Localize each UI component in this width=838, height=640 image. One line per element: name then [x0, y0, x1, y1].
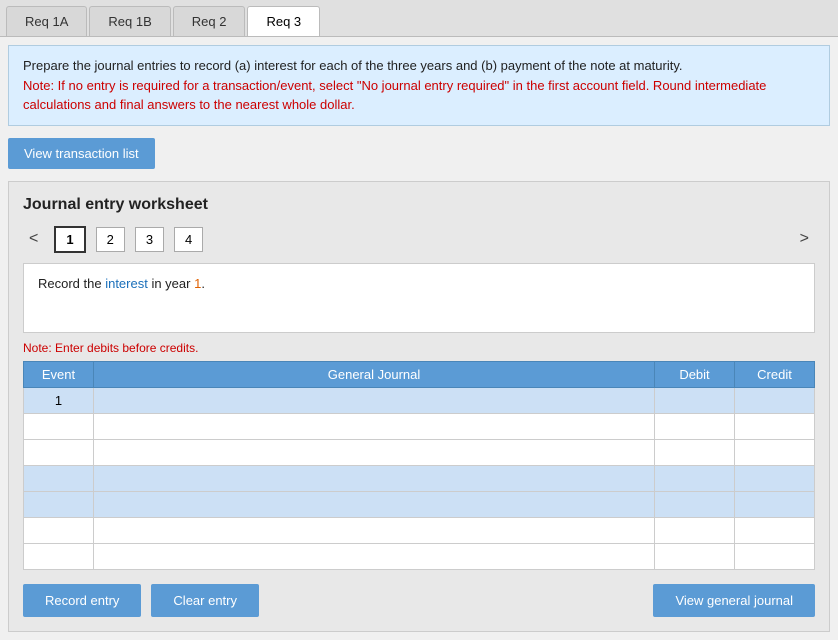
- page-btn-4[interactable]: 4: [174, 227, 203, 252]
- input-debit[interactable]: [655, 414, 734, 439]
- cell-journal: [94, 517, 655, 543]
- nav-next-arrow[interactable]: >: [794, 228, 815, 250]
- cell-debit: [655, 543, 735, 569]
- input-credit[interactable]: [735, 518, 814, 543]
- note-enter: Note: Enter debits before credits.: [23, 341, 815, 355]
- cell-event: [24, 517, 94, 543]
- bottom-buttons: Record entry Clear entry View general jo…: [23, 584, 815, 617]
- record-desc-text: Record the interest in year 1.: [38, 276, 205, 291]
- cell-debit: [655, 413, 735, 439]
- cell-credit: [735, 465, 815, 491]
- input-debit[interactable]: [655, 518, 734, 543]
- cell-credit: [735, 491, 815, 517]
- view-general-journal-button[interactable]: View general journal: [653, 584, 815, 617]
- input-event[interactable]: [24, 518, 93, 543]
- tab-req1a[interactable]: Req 1A: [6, 6, 87, 36]
- input-event[interactable]: [24, 440, 93, 465]
- table-row: [24, 491, 815, 517]
- cell-journal: [94, 465, 655, 491]
- input-journal[interactable]: [94, 440, 654, 465]
- journal-table: Event General Journal Debit Credit: [23, 361, 815, 570]
- input-journal[interactable]: [94, 492, 654, 517]
- input-debit[interactable]: [655, 544, 734, 569]
- cell-debit: [655, 387, 735, 413]
- cell-journal: [94, 439, 655, 465]
- cell-credit: [735, 517, 815, 543]
- cell-credit: [735, 439, 815, 465]
- cell-journal: [94, 543, 655, 569]
- table-row: [24, 387, 815, 413]
- table-row: [24, 543, 815, 569]
- tab-req3[interactable]: Req 3: [247, 6, 320, 36]
- input-event[interactable]: [24, 466, 93, 491]
- cell-event: [24, 543, 94, 569]
- input-credit[interactable]: [735, 440, 814, 465]
- cell-credit: [735, 543, 815, 569]
- cell-event: [24, 439, 94, 465]
- input-journal[interactable]: [94, 544, 654, 569]
- record-desc-box: Record the interest in year 1.: [23, 263, 815, 333]
- col-header-debit: Debit: [655, 361, 735, 387]
- page-nav: < 1 2 3 4 >: [23, 226, 815, 253]
- cell-debit: [655, 465, 735, 491]
- input-credit[interactable]: [735, 388, 814, 413]
- col-header-journal: General Journal: [94, 361, 655, 387]
- input-credit[interactable]: [735, 492, 814, 517]
- input-event[interactable]: [24, 544, 93, 569]
- cell-event: [24, 387, 94, 413]
- cell-event: [24, 413, 94, 439]
- nav-prev-arrow[interactable]: <: [23, 228, 44, 250]
- cell-debit: [655, 491, 735, 517]
- input-event[interactable]: [24, 492, 93, 517]
- table-row: [24, 413, 815, 439]
- col-header-credit: Credit: [735, 361, 815, 387]
- cell-event: [24, 491, 94, 517]
- input-debit[interactable]: [655, 440, 734, 465]
- clear-entry-button[interactable]: Clear entry: [151, 584, 259, 617]
- instruction-box: Prepare the journal entries to record (a…: [8, 45, 830, 126]
- cell-journal: [94, 491, 655, 517]
- input-debit[interactable]: [655, 388, 734, 413]
- cell-journal: [94, 387, 655, 413]
- input-debit[interactable]: [655, 492, 734, 517]
- page-btn-3[interactable]: 3: [135, 227, 164, 252]
- table-row: [24, 517, 815, 543]
- input-event[interactable]: [24, 414, 93, 439]
- tab-req2[interactable]: Req 2: [173, 6, 246, 36]
- cell-journal: [94, 413, 655, 439]
- input-credit[interactable]: [735, 466, 814, 491]
- record-entry-button[interactable]: Record entry: [23, 584, 141, 617]
- col-header-event: Event: [24, 361, 94, 387]
- input-event[interactable]: [24, 388, 93, 413]
- input-journal[interactable]: [94, 466, 654, 491]
- cell-debit: [655, 517, 735, 543]
- cell-event: [24, 465, 94, 491]
- cell-debit: [655, 439, 735, 465]
- cell-credit: [735, 413, 815, 439]
- input-credit[interactable]: [735, 544, 814, 569]
- input-debit[interactable]: [655, 466, 734, 491]
- tab-req1b[interactable]: Req 1B: [89, 6, 170, 36]
- tabs-bar: Req 1A Req 1B Req 2 Req 3: [0, 0, 838, 37]
- cell-credit: [735, 387, 815, 413]
- page-btn-2[interactable]: 2: [96, 227, 125, 252]
- worksheet-container: Journal entry worksheet < 1 2 3 4 > Reco…: [8, 181, 830, 632]
- input-credit[interactable]: [735, 414, 814, 439]
- table-row: [24, 439, 815, 465]
- input-journal[interactable]: [94, 388, 654, 413]
- page-btn-1[interactable]: 1: [54, 226, 85, 253]
- table-row: [24, 465, 815, 491]
- input-journal[interactable]: [94, 414, 654, 439]
- instruction-main: Prepare the journal entries to record (a…: [23, 58, 683, 73]
- worksheet-title: Journal entry worksheet: [23, 196, 815, 214]
- instruction-note: Note: If no entry is required for a tran…: [23, 78, 766, 113]
- view-transaction-button[interactable]: View transaction list: [8, 138, 155, 169]
- input-journal[interactable]: [94, 518, 654, 543]
